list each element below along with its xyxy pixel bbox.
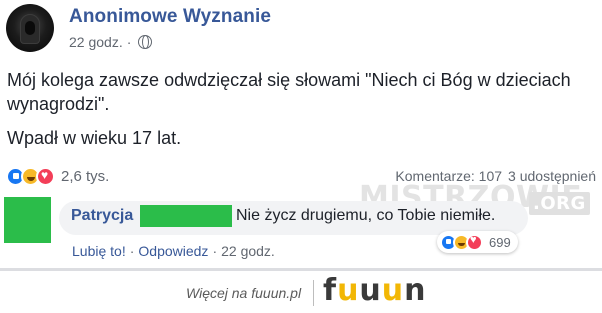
post-text-line: Mój kolega zawsze odwdzięczał się słowam… — [7, 70, 571, 114]
site-footer: Więcej na fuuun.pl fuuun — [0, 271, 602, 313]
love-icon — [466, 233, 483, 251]
comment-reply-button[interactable]: Odpowiedz — [138, 243, 208, 259]
post-text-line: Wpadł w wieku 17 lat. — [7, 128, 182, 148]
comment-like-button[interactable]: Lubię to! — [72, 243, 126, 259]
post-reactions[interactable]: 2,6 tys. — [6, 167, 109, 186]
action-separator: · — [129, 243, 135, 259]
author-surname-redaction — [140, 205, 232, 227]
love-icon — [36, 167, 55, 186]
meta-separator: · — [126, 34, 132, 50]
post-timestamp[interactable]: 22 godz. — [69, 34, 123, 50]
comment-reaction-count: 699 — [489, 234, 511, 250]
watermark-suffix: .ORG — [529, 192, 590, 215]
fuuun-logo[interactable]: fuuun — [323, 274, 427, 308]
comment-timestamp[interactable]: 22 godz. — [221, 243, 275, 259]
action-separator: · — [212, 243, 218, 259]
reaction-count[interactable]: 2,6 tys. — [61, 168, 109, 185]
logo-letter: u — [381, 273, 405, 308]
comment-author-link[interactable]: Patrycja — [71, 207, 133, 225]
comment-text: Nie życz drugiemu, co Tobie niemiłe. — [236, 207, 496, 224]
comment-reactions[interactable]: 699 — [437, 231, 518, 253]
logo-letter: f — [323, 273, 338, 308]
page-avatar[interactable] — [6, 4, 54, 52]
commenter-avatar-redacted — [4, 197, 51, 243]
footer-divider — [313, 280, 314, 306]
comment-actions: Lubię to! · Odpowiedz · 22 godz. — [72, 243, 275, 259]
logo-letter: n — [404, 273, 427, 308]
post-meta: 22 godz. · — [69, 34, 153, 50]
footer-link[interactable]: Więcej na fuuun.pl — [186, 285, 301, 301]
logo-letter: u — [359, 273, 382, 308]
page-name-link[interactable]: Anonimowe Wyznanie — [69, 6, 271, 28]
avatar-shadow-face — [25, 21, 35, 35]
logo-letter: u — [337, 273, 360, 308]
globe-icon[interactable] — [138, 35, 153, 49]
post-body: Mój kolega zawsze odwdzięczał się słowam… — [7, 68, 597, 150]
facebook-post: Anonimowe Wyznanie 22 godz. · Mój kolega… — [0, 0, 602, 271]
